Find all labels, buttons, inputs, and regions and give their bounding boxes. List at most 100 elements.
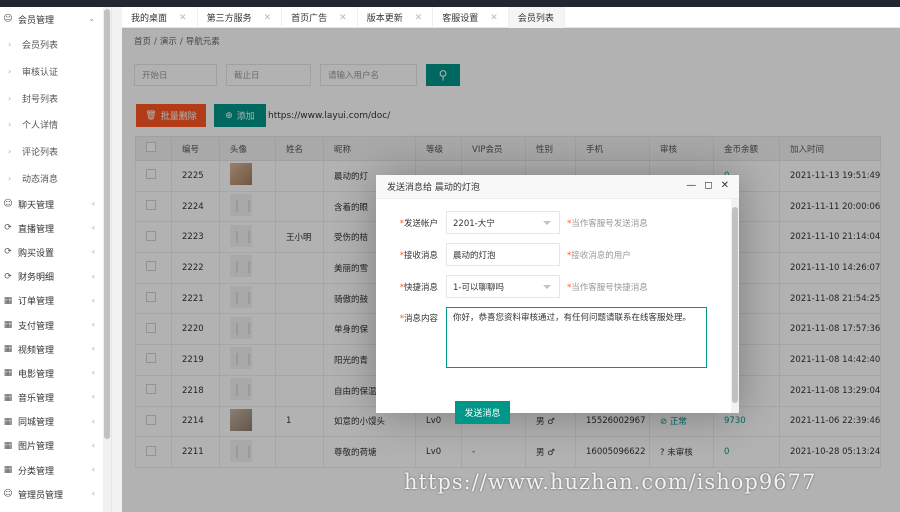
chevron-down-icon: ⌄ — [88, 14, 95, 23]
close-icon[interactable]: ✕ — [179, 13, 187, 23]
sidebar-group-label: 支付管理 — [18, 321, 55, 332]
sidebar-group-11[interactable]: ▦ 图片管理 ‹ — [0, 434, 111, 458]
message-content-textarea[interactable]: 你好，恭喜您资料审核通过，有任何问题请联系在线客服处理。 — [446, 307, 707, 368]
tab-3[interactable]: 版本更新 ✕ — [358, 7, 434, 28]
chevron-left-icon: ‹ — [91, 416, 95, 426]
chevron-left-icon: ‹ — [91, 198, 95, 208]
sidebar-group-label: 财务明细 — [18, 273, 55, 284]
send-account-value: 2201-大宁 — [453, 218, 495, 229]
chevron-right-icon: › — [8, 93, 12, 103]
dialog-body: *发送帐户 2201-大宁 *当作客服号发送消息 *接收消息 晨动的灯泡 *接收… — [376, 199, 731, 424]
quick-message-row: *快捷消息 1-可以聊聊吗 *当作客服号快捷消息 — [376, 275, 648, 298]
sidebar-item-label: 封号列表 — [22, 94, 59, 105]
sidebar-group-1[interactable]: ☺ 聊天管理 ‹ — [0, 192, 111, 216]
user-icon: ☺ — [3, 199, 13, 210]
sidebar-group-4[interactable]: ⟳ 财务明细 ‹ — [0, 265, 111, 289]
dialog-scrollbar[interactable] — [731, 199, 739, 413]
doc-icon: ▦ — [3, 320, 13, 330]
sidebar-item-0-2[interactable]: › 封号列表 — [0, 85, 111, 112]
chevron-left-icon: ‹ — [91, 489, 95, 499]
chevron-right-icon: › — [8, 40, 12, 50]
refresh-icon: ⟳ — [4, 223, 12, 234]
refresh-icon: ⟳ — [4, 247, 12, 258]
receiver-value: 晨动的灯泡 — [453, 250, 496, 261]
tab-label: 会员列表 — [517, 14, 554, 24]
quick-message-hint: *当作客服号快捷消息 — [567, 282, 648, 293]
dialog-title: 发送消息给 晨动的灯泡 — [387, 183, 480, 193]
user-icon: ☺ — [3, 14, 13, 25]
sidebar-group-3[interactable]: ⟳ 购买设置 ‹ — [0, 240, 111, 264]
sidebar-scroll-thumb[interactable] — [104, 9, 110, 439]
sidebar-item-0-0[interactable]: › 会员列表 — [0, 31, 111, 58]
tab-label: 第三方服务 — [206, 14, 252, 24]
send-message-dialog: 发送消息给 晨动的灯泡 — ◻ ✕ *发送帐户 2201-大宁 *当作客服号发送… — [376, 175, 739, 424]
chevron-left-icon: ‹ — [91, 295, 95, 305]
tab-0[interactable]: 我的桌面 ✕ — [122, 7, 198, 28]
sidebar-group-5[interactable]: ▦ 订单管理 ‹ — [0, 289, 111, 313]
chevron-left-icon: ‹ — [91, 465, 95, 475]
sidebar-group-label: 图片管理 — [18, 442, 55, 453]
send-message-button[interactable]: 发送消息 — [455, 401, 510, 424]
sidebar-group-label: 分类管理 — [18, 466, 55, 477]
maximize-icon[interactable]: ◻ — [704, 180, 712, 191]
tab-1[interactable]: 第三方服务 ✕ — [198, 7, 283, 28]
chevron-right-icon: › — [8, 174, 12, 184]
doc-icon: ▦ — [3, 440, 13, 451]
sidebar-group-0[interactable]: ☺ 会员管理 ⌄ — [0, 7, 111, 31]
sidebar-group-13[interactable]: ☺ 管理员管理 ‹ — [0, 482, 111, 506]
sidebar-group-7[interactable]: ▦ 视频管理 ‹ — [0, 337, 111, 361]
sidebar-nav: ☺ 会员管理 ⌄ › 会员列表 › 审核认证 › 封号列表 › 个人详情 › 评论列表 › 动态消息 ☺ 聊天管… — [0, 7, 111, 506]
sidebar-group-label: 会员管理 — [18, 15, 55, 26]
close-icon[interactable]: ✕ — [721, 180, 729, 191]
layout-gutter — [112, 7, 122, 512]
close-icon[interactable]: ✕ — [264, 13, 272, 23]
minimize-icon[interactable]: — — [686, 180, 696, 191]
tab-label: 客服设置 — [442, 14, 479, 24]
doc-icon: ▦ — [3, 416, 13, 427]
content-row: *消息内容 你好，恭喜您资料审核通过，有任何问题请联系在线客服处理。 — [376, 307, 707, 368]
quick-message-label: *快捷消息 — [399, 282, 438, 293]
sidebar-group-label: 订单管理 — [18, 297, 55, 308]
chevron-left-icon: ‹ — [91, 440, 95, 450]
sidebar-group-8[interactable]: ▦ 电影管理 ‹ — [0, 361, 111, 385]
tab-5[interactable]: 会员列表 — [508, 7, 565, 28]
chevron-right-icon: › — [8, 120, 12, 130]
send-account-label: *发送帐户 — [399, 218, 438, 229]
sidebar-group-10[interactable]: ▦ 同城管理 ‹ — [0, 410, 111, 434]
send-account-select[interactable]: 2201-大宁 — [446, 211, 560, 234]
tab-2[interactable]: 首页广告 ✕ — [282, 7, 358, 28]
sidebar-group-label: 电影管理 — [18, 369, 55, 380]
sidebar-item-0-4[interactable]: › 评论列表 — [0, 138, 111, 165]
sidebar-item-0-3[interactable]: › 个人详情 — [0, 112, 111, 139]
tab-4[interactable]: 客服设置 ✕ — [433, 7, 509, 28]
chevron-left-icon: ‹ — [91, 368, 95, 378]
chevron-right-icon: › — [8, 147, 12, 157]
sidebar-item-label: 个人详情 — [22, 121, 59, 132]
close-icon[interactable]: ✕ — [490, 13, 498, 23]
sidebar-group-2[interactable]: ⟳ 直播管理 ‹ — [0, 216, 111, 240]
sidebar-group-9[interactable]: ▦ 音乐管理 ‹ — [0, 385, 111, 409]
chevron-down-icon — [543, 221, 551, 225]
quick-message-select[interactable]: 1-可以聊聊吗 — [446, 275, 560, 298]
doc-icon: ▦ — [3, 392, 13, 403]
close-icon[interactable]: ✕ — [339, 13, 347, 23]
sidebar-item-label: 审核认证 — [22, 67, 59, 78]
sidebar-scrollbar[interactable] — [103, 7, 111, 512]
send-account-row: *发送帐户 2201-大宁 *当作客服号发送消息 — [376, 211, 648, 234]
sidebar-group-label: 管理员管理 — [18, 490, 64, 501]
page-tabs: 我的桌面 ✕ 第三方服务 ✕ 首页广告 ✕ 版本更新 ✕ 客服设置 ✕ 会员列表 — [122, 7, 900, 28]
doc-icon: ▦ — [3, 465, 13, 476]
sidebar-item-0-5[interactable]: › 动态消息 — [0, 165, 111, 192]
close-icon[interactable]: ✕ — [415, 13, 423, 23]
doc-icon: ▦ — [3, 344, 13, 355]
dialog-scroll-thumb[interactable] — [732, 207, 738, 403]
sidebar-group-label: 音乐管理 — [18, 394, 55, 405]
sidebar-item-0-1[interactable]: › 审核认证 — [0, 58, 111, 85]
sidebar-item-label: 评论列表 — [22, 148, 59, 159]
chevron-down-icon — [543, 285, 551, 289]
sidebar-group-12[interactable]: ▦ 分类管理 ‹ — [0, 458, 111, 482]
tab-label: 我的桌面 — [131, 14, 168, 24]
quick-message-value: 1-可以聊聊吗 — [453, 282, 504, 293]
sidebar-group-6[interactable]: ▦ 支付管理 ‹ — [0, 313, 111, 337]
receiver-input[interactable]: 晨动的灯泡 — [446, 243, 560, 266]
